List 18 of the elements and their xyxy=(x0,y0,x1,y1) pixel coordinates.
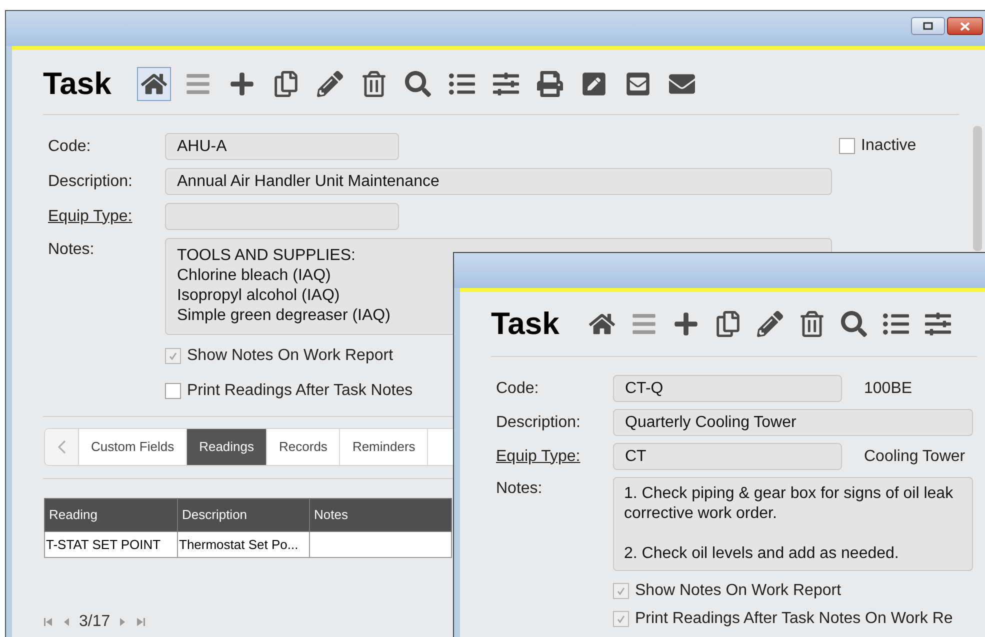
field-label: Code: xyxy=(496,378,540,398)
field-label: Description: xyxy=(496,412,582,432)
checkbox-label: Print Readings After Task Notes xyxy=(187,381,413,401)
field-info: Cooling Tower xyxy=(864,446,966,466)
field-label: Description: xyxy=(48,172,134,192)
field-label: Notes: xyxy=(496,479,544,499)
checkbox-label: Show Notes On Work Report xyxy=(187,346,394,366)
field-label: Notes: xyxy=(48,240,96,260)
page-title: Task xyxy=(43,64,112,103)
field-label: Code: xyxy=(48,136,92,156)
checkbox-label: Print Readings After Task Notes On Work Re xyxy=(635,609,953,629)
table-cell: Thermostat Set Po... xyxy=(178,532,310,558)
field-info: 100BE xyxy=(864,378,912,398)
checkbox-label: Inactive xyxy=(861,136,916,156)
table-cell: T-STAT SET POINT xyxy=(44,532,178,558)
checkbox-label: Show Notes On Work Report xyxy=(635,581,842,601)
page-counter: 3/17 xyxy=(79,612,110,632)
page-title: Task xyxy=(491,304,560,343)
